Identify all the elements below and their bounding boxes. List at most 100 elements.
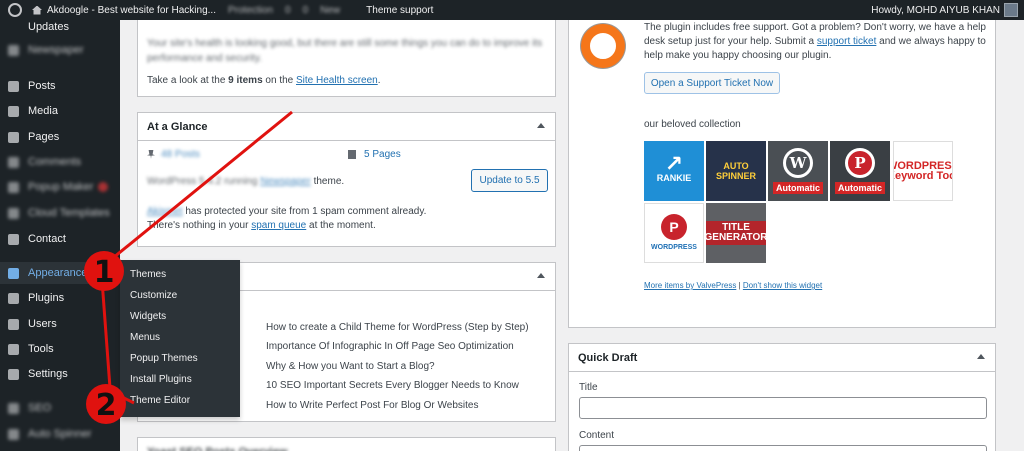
title-label: Title (579, 382, 598, 393)
theme-support-link[interactable]: Theme support (360, 0, 439, 20)
recent-post-link[interactable]: Why & How you Want to Start a Blog? (266, 360, 435, 374)
seo-icon (8, 402, 19, 414)
valvepress-widget: The plugin includes free support. Got a … (568, 10, 996, 328)
home-icon (32, 5, 42, 15)
submenu-popup-themes[interactable]: Popup Themes (120, 348, 240, 369)
title-generator-tile[interactable]: TITLE GENERATOR (706, 203, 766, 263)
protection-link[interactable]: Protection (222, 0, 279, 20)
admin-bar: Akdoogle - Best website for Hacking... P… (0, 0, 1024, 20)
at-a-glance-title: At a Glance (138, 113, 555, 141)
pinterest-automatic-tile[interactable]: P Automatic (830, 141, 890, 201)
posts-count-link[interactable]: 48 Posts (161, 149, 200, 160)
site-name-link[interactable]: Akdoogle - Best website for Hacking... (26, 0, 222, 20)
submenu-menus[interactable]: Menus (120, 327, 240, 348)
update-wordpress-button[interactable]: Update to 5.5 (471, 169, 548, 192)
sidebar-item-plugins[interactable]: Plugins (0, 287, 120, 309)
version-text: WordPress 5.4.2 running Newspaper theme. (147, 176, 345, 187)
newspaper-icon (8, 44, 19, 56)
sidebar-item-media[interactable]: Media (0, 100, 120, 122)
wordpress-logo-icon: W (783, 148, 813, 178)
sidebar-item-newspaper[interactable]: Newspaper (0, 39, 120, 61)
paintbrush-icon (8, 267, 19, 279)
wordpress-logo-icon[interactable] (8, 3, 22, 17)
comments-count[interactable]: 0 (297, 0, 315, 20)
support-text-line1: The plugin includes free support. Got a … (644, 22, 986, 33)
mail-icon (8, 233, 19, 245)
open-support-ticket-button[interactable]: Open a Support Ticket Now (644, 72, 780, 94)
collection-label: our beloved collection (644, 119, 741, 130)
sidebar-item-pages[interactable]: Pages (0, 126, 120, 148)
auto-spinner-tile[interactable]: AUTO SPINNER (706, 141, 766, 201)
new-content-link[interactable]: New (314, 0, 346, 20)
chart-up-icon: ↗ (664, 151, 684, 176)
users-icon (8, 318, 19, 330)
submenu-install-plugins[interactable]: Install Plugins (120, 369, 240, 390)
pages-icon (8, 131, 19, 143)
draft-title-input[interactable] (579, 397, 987, 419)
more-items-row: More items by ValvePress | Don't show th… (644, 281, 823, 290)
sidebar-item-contact[interactable]: Contact (0, 228, 120, 250)
spinner-icon (8, 428, 19, 440)
health-text-line1: Your site's health is looking good, but … (147, 38, 543, 49)
wrench-icon (8, 343, 19, 355)
dont-show-widget-link[interactable]: Don't show this widget (743, 281, 822, 290)
pages-count-row[interactable]: 5 Pages (348, 148, 401, 162)
pinterest-to-wordpress-tile[interactable]: P WORDPRESS (644, 203, 704, 263)
toggle-panel-icon[interactable] (537, 273, 545, 278)
recent-post-link[interactable]: 10 SEO Important Secrets Every Blogger N… (266, 379, 519, 393)
pages-icon (348, 149, 356, 159)
recent-post-link[interactable]: How to Write Perfect Post For Blog Or We… (266, 399, 478, 413)
settings-icon (8, 368, 19, 380)
plugin-icon (8, 292, 19, 304)
sidebar-item-settings[interactable]: Settings (0, 363, 120, 385)
submenu-themes[interactable]: Themes (120, 264, 240, 285)
notification-badge (98, 182, 109, 192)
howdy-user[interactable]: Howdy, MOHD AIYUB KHAN (865, 0, 1004, 20)
appearance-submenu: Themes Customize Widgets Menus Popup The… (120, 260, 240, 417)
submenu-customize[interactable]: Customize (120, 285, 240, 306)
sidebar-item-seo[interactable]: SEO (0, 397, 120, 419)
draft-content-input[interactable] (579, 445, 987, 451)
sidebar-item-posts[interactable]: Posts (0, 75, 120, 97)
quick-draft-title: Quick Draft (569, 344, 995, 372)
more-items-link[interactable]: More items by ValvePress (644, 281, 736, 290)
sidebar-item-users[interactable]: Users (0, 313, 120, 335)
sidebar-item-popup-maker[interactable]: Popup Maker (0, 176, 120, 198)
submenu-theme-editor[interactable]: Theme Editor (120, 390, 240, 411)
sidebar-item-tools[interactable]: Tools (0, 338, 120, 360)
toggle-panel-icon[interactable] (537, 123, 545, 128)
pin-icon (8, 80, 19, 92)
support-text-line3: help make you happy choosing our plugin. (644, 50, 832, 61)
lifebuoy-icon (581, 24, 625, 68)
spam-queue-text: There's nothing in your spam queue at th… (147, 220, 376, 231)
wp-automatic-tile[interactable]: W Automatic (768, 141, 828, 201)
spam-queue-link[interactable]: spam queue (251, 220, 306, 231)
submenu-widgets[interactable]: Widgets (120, 306, 240, 327)
comments-icon (8, 156, 19, 168)
recent-post-link[interactable]: How to create a Child Theme for WordPres… (266, 321, 529, 335)
support-ticket-link[interactable]: support ticket (817, 36, 876, 47)
yoast-widget: Yoast SEO Posts Overview (137, 437, 556, 451)
pages-count-link[interactable]: 5 Pages (364, 149, 401, 160)
support-text-line2: desk setup just for your help. Submit a … (644, 36, 986, 47)
admin-sidebar: Updates Newspaper Posts Media Pages Comm… (0, 20, 120, 451)
pin-icon (147, 149, 155, 159)
akismet-link[interactable]: Akismet (147, 206, 183, 217)
posts-count-row[interactable]: 48 Posts (147, 148, 200, 162)
at-a-glance-widget: At a Glance 48 Posts 5 Pages WordPress 5… (137, 112, 556, 247)
keyword-tool-tile[interactable]: WORDPRESS Keyword Tool (893, 141, 953, 201)
avatar[interactable] (1004, 3, 1018, 17)
pinterest-icon: P (845, 148, 875, 178)
updates-count[interactable]: 0 (279, 0, 297, 20)
site-health-link[interactable]: Site Health screen (296, 75, 378, 86)
sidebar-item-appearance[interactable]: Appearance (0, 262, 120, 284)
sidebar-item-comments[interactable]: Comments (0, 151, 120, 173)
theme-link[interactable]: Newspaper (260, 176, 311, 187)
recent-post-link[interactable]: Importance Of Infographic In Off Page Se… (266, 340, 514, 354)
toggle-panel-icon[interactable] (977, 354, 985, 359)
rankie-tile[interactable]: ↗ RANKIE (644, 141, 704, 201)
sidebar-item-cloud-templates[interactable]: Cloud Templates (0, 202, 120, 224)
sidebar-item-auto-spinner[interactable]: Auto Spinner (0, 423, 120, 445)
health-text-line2: performance and security. (147, 53, 262, 64)
site-health-widget: Your site's health is looking good, but … (137, 18, 556, 97)
